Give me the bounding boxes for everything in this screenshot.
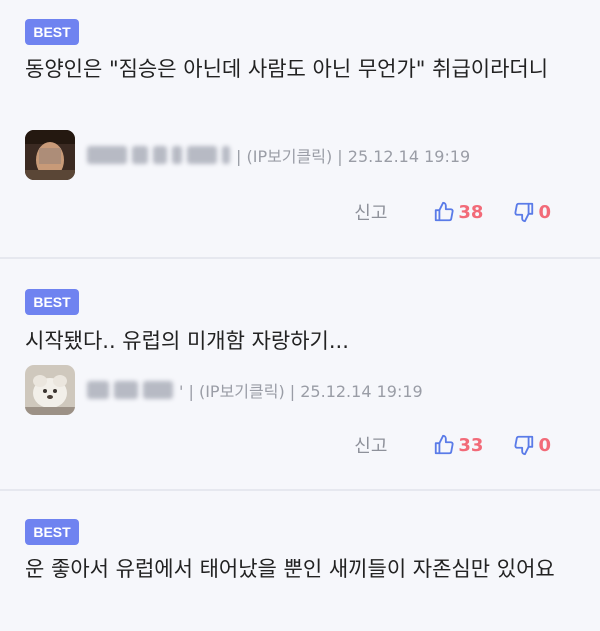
user-avatar[interactable] [25, 130, 75, 180]
comment-item: BEST 운 좋아서 유럽에서 태어났을 뿐인 새끼들이 자존심만 있어요 [0, 491, 600, 631]
comment-actions: 신고 33 0 [354, 430, 551, 460]
like-button[interactable]: 33 [433, 434, 483, 456]
comment-actions: 신고 38 0 [354, 197, 551, 227]
nickname-redacted[interactable] [87, 146, 230, 164]
thumbs-up-icon [435, 201, 454, 222]
user-avatar[interactable] [25, 365, 75, 415]
report-button[interactable]: 신고 [354, 432, 387, 458]
comment-text: 운 좋아서 유럽에서 태어났을 뿐인 새끼들이 자존심만 있어요 [25, 557, 555, 581]
nickname-redacted[interactable] [87, 381, 173, 399]
best-badge: BEST [25, 19, 79, 45]
comment-info[interactable]: | (IP보기클릭) | 25.12.14 19:19 [236, 143, 470, 167]
like-count: 33 [458, 434, 484, 456]
comment-info[interactable]: ' | (IP보기클릭) | 25.12.14 19:19 [179, 378, 423, 402]
comment-text: 동양인은 "짐승은 아닌데 사람도 아닌 무언가" 취급이라더니 [25, 57, 549, 81]
dislike-button[interactable]: 0 [513, 201, 551, 223]
thumbs-down-icon [514, 435, 534, 456]
dislike-count: 0 [538, 201, 551, 223]
like-button[interactable]: 38 [433, 201, 483, 223]
comment-item: BEST 시작됐다.. 유럽의 미개함 자랑하기... ' | (IP보기클릭)… [0, 259, 600, 491]
thumbs-down-icon [514, 202, 534, 223]
like-count: 38 [458, 201, 484, 223]
comment-meta: ' | (IP보기클릭) | 25.12.14 19:19 [25, 365, 423, 415]
dislike-button[interactable]: 0 [513, 434, 551, 456]
comment-item: BEST 동양인은 "짐승은 아닌데 사람도 아닌 무언가" 취급이라더니 | … [0, 0, 600, 259]
thumbs-up-icon [435, 434, 454, 455]
best-badge: BEST [25, 289, 79, 315]
report-button[interactable]: 신고 [354, 199, 387, 225]
dislike-count: 0 [538, 434, 551, 456]
comment-text: 시작됐다.. 유럽의 미개함 자랑하기... [25, 329, 349, 353]
comment-meta: | (IP보기클릭) | 25.12.14 19:19 [25, 130, 470, 180]
best-badge: BEST [25, 519, 79, 545]
